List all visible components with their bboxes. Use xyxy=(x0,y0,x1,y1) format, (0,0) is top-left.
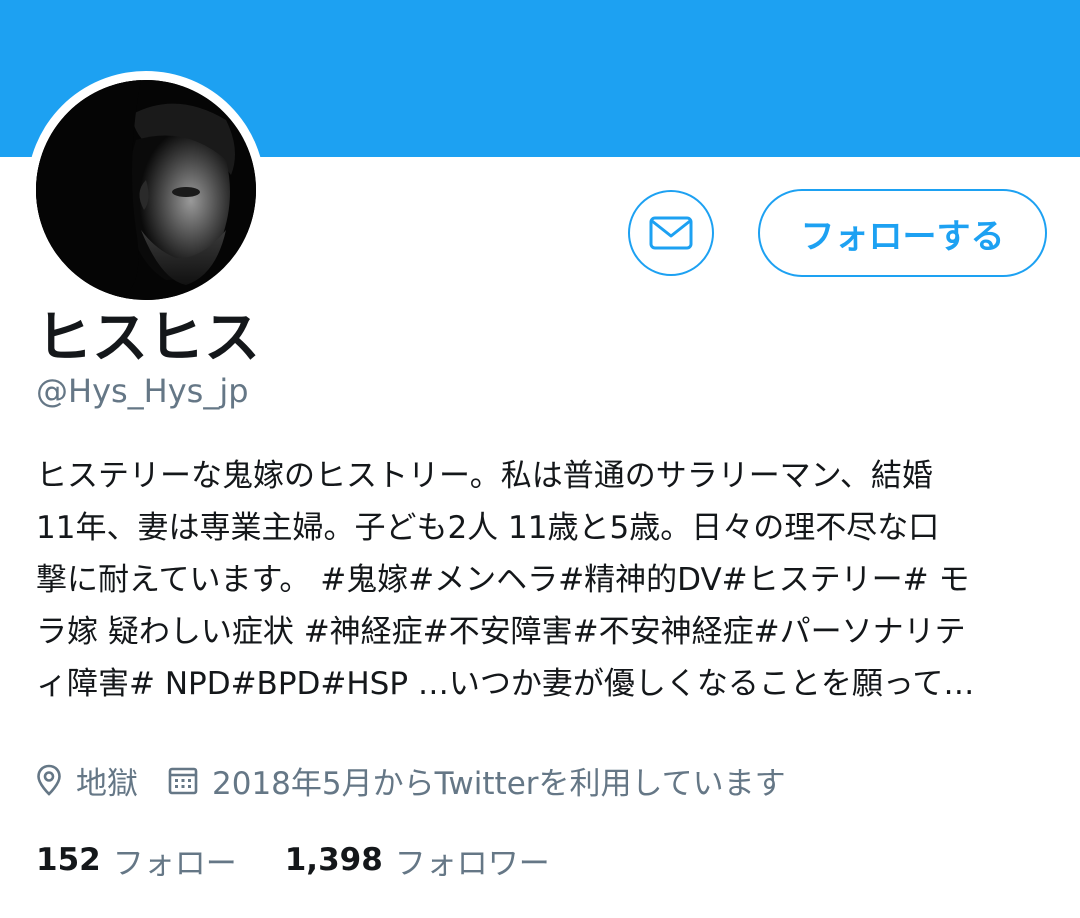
avatar[interactable] xyxy=(36,80,256,300)
profile-bio: ヒステリーな鬼嫁のヒストリー。私は普通のサラリーマン、結婚 11年、妻は専業主婦… xyxy=(36,450,1056,710)
bio-line: ヒステリーな鬼嫁のヒストリー。私は普通のサラリーマン、結婚 xyxy=(36,458,933,494)
bio-line: ラ嫁 疑わしい症状 #神経症#不安障害#不安神経症#パーソナリテ xyxy=(36,614,966,650)
follow-button-label: フォローする xyxy=(800,216,1005,257)
followers-label: フォロワー xyxy=(394,845,550,882)
following-label: フォロー xyxy=(112,845,237,882)
profile-stats: 152 フォロー 1,398 フォロワー xyxy=(36,836,550,884)
followers-count: 1,398 xyxy=(284,842,383,878)
display-name: ヒスヒス xyxy=(36,306,260,371)
avatar-photo xyxy=(36,80,256,300)
bio-line: ィ障害# NPD#BPD#HSP …いつか妻が優しくなることを願って… xyxy=(36,666,975,702)
location-pin-icon xyxy=(36,764,62,796)
location-text: 地獄 xyxy=(76,765,138,802)
joined-date-text: 2018年5月からTwitterを利用しています xyxy=(212,765,786,802)
following-count: 152 xyxy=(36,842,101,878)
followers-link[interactable]: 1,398 フォロワー xyxy=(285,838,550,883)
message-button[interactable] xyxy=(628,190,714,276)
bio-line: 11年、妻は専業主婦。子ども2人 11歳と5歳。日々の理不尽な口 xyxy=(36,510,940,546)
following-link[interactable]: 152 フォロー xyxy=(36,838,237,883)
profile-meta: 地獄 2018年5月からTwitterを利用しています xyxy=(36,756,786,804)
follow-button[interactable]: フォローする xyxy=(758,189,1047,277)
envelope-icon xyxy=(649,216,693,250)
bio-line: 撃に耐えています。 #鬼嫁#メンヘラ#精神的DV#ヒステリー# モ xyxy=(36,562,970,598)
calendar-icon xyxy=(168,765,198,795)
user-handle: @Hys_Hys_jp xyxy=(36,372,249,410)
